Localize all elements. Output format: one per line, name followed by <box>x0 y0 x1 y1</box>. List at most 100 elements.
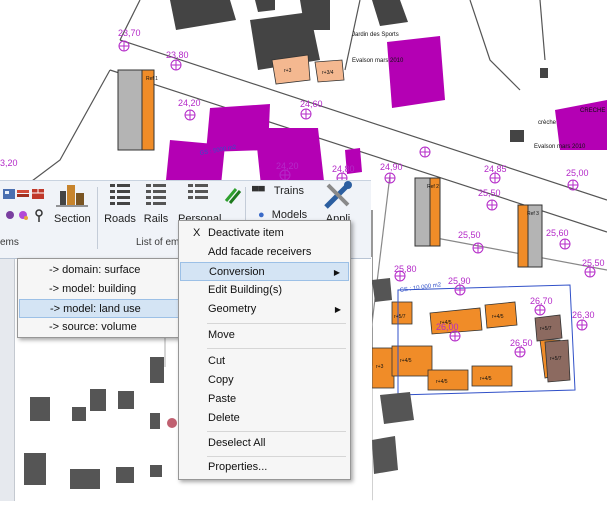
section-icon <box>56 185 88 207</box>
menu-item-geometry[interactable]: Geometry ▶ <box>180 300 349 319</box>
menu-divider <box>207 456 346 457</box>
rails-label: Rails <box>143 213 169 225</box>
menu-divider <box>207 431 346 432</box>
building-tag: r+3 <box>376 364 384 370</box>
menu-divider <box>207 348 346 349</box>
building-tag: r+3/4 <box>322 70 334 76</box>
menu-item-label: Deactivate item <box>208 227 284 239</box>
menu-item-label: Move <box>208 329 235 341</box>
elevation-label: 25,60 <box>546 228 569 238</box>
deactivate-x-icon: X <box>193 227 201 239</box>
rails-icon <box>146 184 166 205</box>
stack-icon[interactable] <box>16 187 30 201</box>
layer-icon[interactable] <box>2 187 16 201</box>
train-icon: ▀▀ <box>252 186 265 196</box>
building-tag: r+3 <box>284 68 292 74</box>
elevation-label: 25,90 <box>448 276 471 286</box>
trains-button[interactable]: ▀▀ Trains <box>252 185 312 201</box>
elevation-label: 23,80 <box>166 50 189 60</box>
roads-button[interactable]: Roads <box>104 181 136 233</box>
ref-tag: Ref 2 <box>427 184 439 190</box>
menu-item-label: Conversion <box>209 266 265 278</box>
menu-item-label: Cut <box>208 355 226 367</box>
context-menu: X Deactivate item Add facade receivers C… <box>178 220 351 480</box>
submenu-arrow-icon: ▶ <box>334 305 341 314</box>
elevation-label: 24,20 <box>276 161 299 171</box>
elevation-label: 25,50 <box>478 188 501 198</box>
elevation-label: 24,90 <box>380 162 403 172</box>
creche-label: CRECHE <box>580 108 605 114</box>
brick-icon[interactable] <box>31 187 45 201</box>
roads-label: Roads <box>104 213 136 225</box>
probe-icon[interactable] <box>4 209 16 223</box>
menu-item-label: Properties... <box>208 461 268 473</box>
menu-item-label: Delete <box>208 412 240 424</box>
ref-tag: Ref 3 <box>527 211 539 217</box>
building-tag: r+4/5 <box>400 358 412 364</box>
menu-item-add-facade[interactable]: Add facade receivers <box>180 243 349 262</box>
group-label-list: List of em <box>136 237 180 248</box>
menu-item-edit-buildings[interactable]: Edit Building(s) <box>180 281 349 300</box>
elevation-label: 26,70 <box>530 296 553 306</box>
section-button[interactable]: Section <box>54 181 91 233</box>
magic-icon[interactable] <box>17 209 31 223</box>
menu-item-label: Copy <box>208 374 234 386</box>
submenu-arrow-icon: ▶ <box>333 268 340 277</box>
menu-item-label: Edit Building(s) <box>208 284 282 296</box>
building-tag: r+4/5 <box>480 376 492 382</box>
building-tag: r+4/5 <box>440 320 452 326</box>
menu-item-label: Add facade receivers <box>208 246 312 258</box>
plant-icon[interactable] <box>222 185 242 205</box>
left-dock-bar[interactable] <box>0 257 15 501</box>
section-label: Section <box>54 213 91 225</box>
menu-item-deactivate[interactable]: X Deactivate item <box>180 224 349 243</box>
tools-icon <box>324 181 352 209</box>
submenu-item-domain-surface[interactable]: -> domain: surface <box>19 261 180 280</box>
garden-label: Jardin des Sports <box>352 32 399 38</box>
elevation-label: 25,50 <box>582 258 605 268</box>
submenu-item-source-volume[interactable]: -> source: volume <box>19 318 180 337</box>
building-tag: r+4/5 <box>436 379 448 385</box>
rails-button[interactable]: Rails <box>140 181 172 233</box>
menu-item-label: Paste <box>208 393 237 405</box>
elevation-label: 26,50 <box>510 338 533 348</box>
menu-item-cut[interactable]: Cut <box>180 352 349 371</box>
menu-item-copy[interactable]: Copy <box>180 371 349 390</box>
elevation-label: 26,30 <box>572 310 595 320</box>
elevation-label: 25,80 <box>394 264 417 274</box>
menu-item-move[interactable]: Move <box>180 326 349 345</box>
roads-icon <box>110 184 130 205</box>
elevation-label: 25,00 <box>566 168 589 178</box>
elevation-label: 24,20 <box>178 98 201 108</box>
building-tag: r+5/7 <box>394 314 406 320</box>
conversion-submenu: -> domain: surface -> model: building ->… <box>17 258 182 338</box>
building-tag: r+4/5 <box>492 314 504 320</box>
elevation-label: 23,70 <box>118 28 141 38</box>
menu-item-delete[interactable]: Delete <box>180 409 349 428</box>
submenu-item-model-building[interactable]: -> model: building <box>19 280 180 299</box>
elevation-label: 25,50 <box>458 230 481 240</box>
elevation-label: 3,20 <box>0 158 18 168</box>
survey-label-2: Evalson mars 2010 <box>534 144 586 150</box>
menu-item-paste[interactable]: Paste <box>180 390 349 409</box>
elevation-label: 24,60 <box>300 99 323 109</box>
submenu-item-model-land-use[interactable]: -> model: land use <box>19 299 180 318</box>
menu-item-conversion[interactable]: Conversion ▶ <box>180 262 349 281</box>
trains-label: Trains <box>273 185 304 197</box>
menu-divider <box>207 323 346 324</box>
building-tag: r+5/7 <box>540 326 552 332</box>
menu-item-deselect-all[interactable]: Deselect All <box>180 434 349 453</box>
group-label-items: ems <box>0 237 19 248</box>
menu-item-properties[interactable]: Properties... <box>180 458 349 477</box>
survey-label: Evalson mars 2010 <box>352 58 404 64</box>
area-label-2: CS : 10 000 m2 <box>399 282 442 294</box>
personal-icon <box>188 184 208 199</box>
building-tag: r+5/7 <box>550 356 562 362</box>
elevation-label: 24,80 <box>332 164 355 174</box>
menu-item-label: Geometry <box>208 303 257 315</box>
menu-item-label: Deselect All <box>208 437 266 449</box>
ref-tag: Ref 1 <box>146 76 158 82</box>
pin-icon[interactable] <box>34 209 44 223</box>
elevation-label: 24,85 <box>484 164 507 174</box>
creche-small-label: crèche <box>538 120 557 126</box>
